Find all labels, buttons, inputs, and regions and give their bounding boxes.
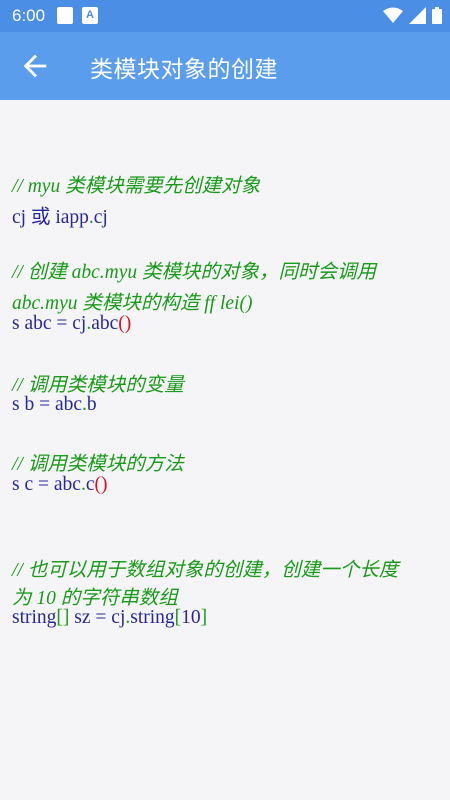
download-notification-icon: A (82, 7, 98, 24)
status-bar: 6:00 A (0, 0, 450, 32)
code-comment-line: // 调用类模块的变量 (12, 375, 184, 396)
wifi-icon (383, 7, 403, 23)
cellular-signal-icon (409, 7, 426, 24)
code-line: s c = abc.c() (12, 474, 108, 495)
page-title: 类模块对象的创建 (90, 57, 278, 83)
status-time: 6:00 (12, 6, 46, 25)
code-editor[interactable]: // myu 类模块需要先创建对象 cj 或 iapp.cj // 创建 abc… (0, 100, 450, 800)
code-comment-line: // 调用类模块的方法 (12, 454, 184, 475)
app-bar: 类模块对象的创建 (0, 32, 450, 100)
back-button[interactable] (18, 49, 52, 83)
code-comment-line: // 创建 abc.myu 类模块的对象，同时会调用 (12, 262, 376, 283)
code-comment-line: // myu 类模块需要先创建对象 (12, 176, 261, 197)
app-notification-icon (57, 7, 73, 24)
code-comment-line: // 也可以用于数组对象的创建，创建一个长度 (12, 560, 399, 581)
code-line: s b = abc.b (12, 394, 97, 415)
code-line: string[] sz = cj.string[10] (12, 607, 208, 628)
battery-icon (432, 7, 442, 24)
code-comment-line: 为 10 的字符串数组 (12, 588, 178, 609)
arrow-back-icon (23, 54, 47, 78)
code-comment-line: abc.myu 类模块的构造 ff lei() (12, 293, 253, 314)
code-line: s abc = cj.abc() (12, 313, 132, 334)
code-line: cj 或 iapp.cj (12, 207, 108, 228)
